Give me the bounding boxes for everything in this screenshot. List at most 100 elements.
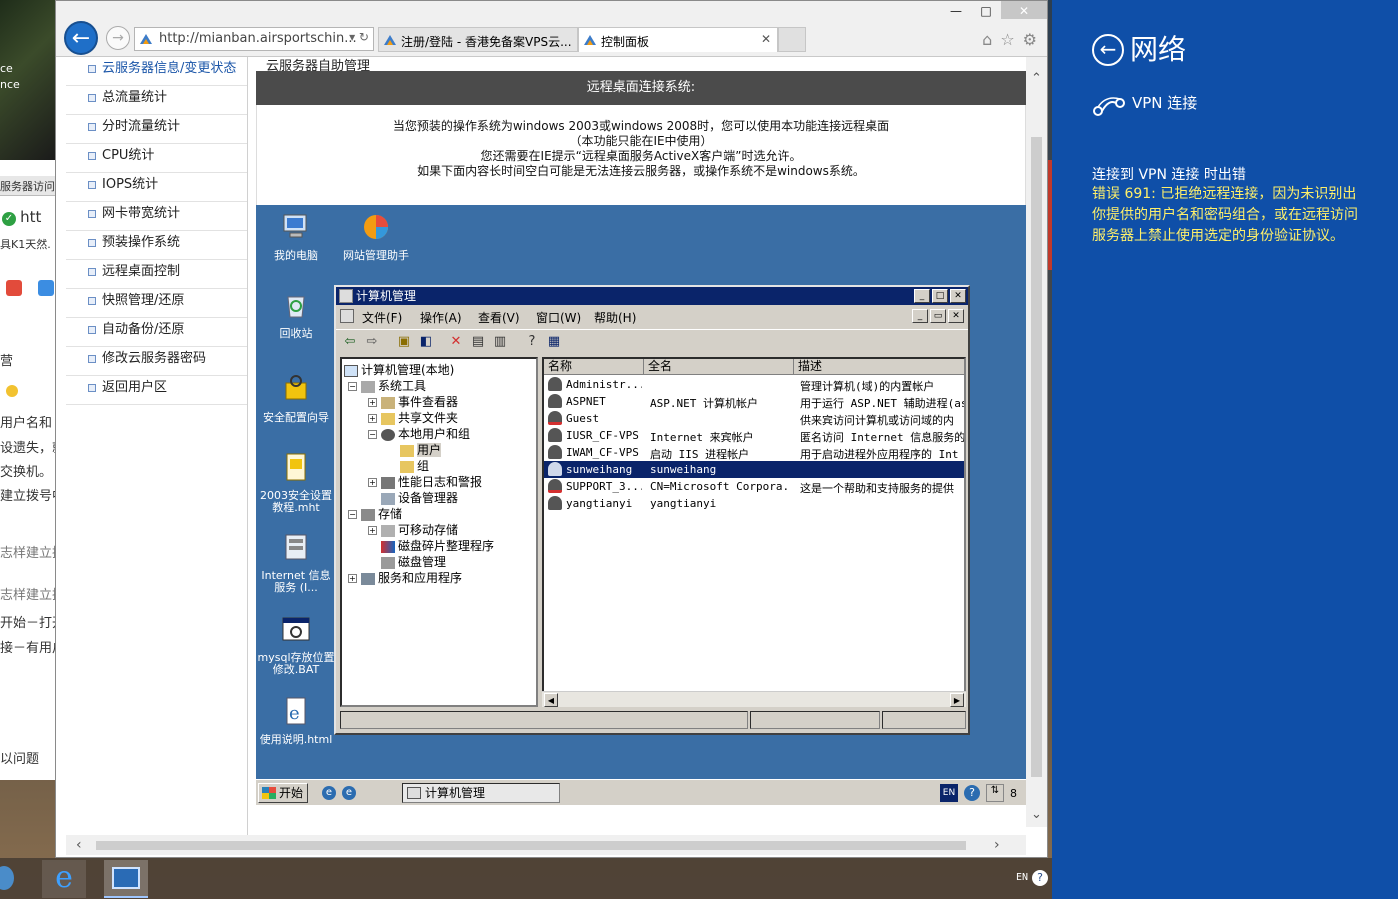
menu-help[interactable]: 帮助(H) bbox=[594, 309, 636, 326]
tree-node[interactable]: + 事件查看器 bbox=[368, 393, 458, 410]
properties-icon[interactable]: ▤ bbox=[470, 334, 486, 350]
tree-node[interactable]: 组 bbox=[400, 457, 429, 474]
desktop-icon-iis[interactable]: Internet 信息服务 (I... bbox=[256, 531, 336, 594]
sidebar-item-hourly-traffic[interactable]: 分时流量统计 bbox=[66, 115, 248, 144]
taskbar-item-computer-management[interactable]: 计算机管理 bbox=[402, 783, 560, 803]
new-tab-button[interactable] bbox=[778, 27, 806, 52]
child-minimize-button[interactable]: _ bbox=[912, 309, 928, 323]
scroll-right-icon[interactable]: › bbox=[994, 837, 1000, 853]
sidebar-item-iops[interactable]: IOPS统计 bbox=[66, 173, 248, 202]
scroll-right-icon[interactable]: ▶ bbox=[950, 693, 964, 707]
sidebar-item-remote-desktop[interactable]: 远程桌面控制 bbox=[66, 260, 248, 289]
show-tree-icon[interactable]: ◧ bbox=[418, 334, 434, 350]
tree-node[interactable]: + 共享文件夹 bbox=[368, 409, 458, 426]
sidebar-item-back-user[interactable]: 返回用户区 bbox=[66, 376, 248, 405]
start-button[interactable]: 开始 bbox=[258, 783, 308, 803]
vpn-connection-item[interactable]: VPN 连接 bbox=[1132, 92, 1197, 113]
tree-node[interactable]: 设备管理器 bbox=[381, 489, 458, 506]
address-controls-icon[interactable]: ▾ ↻ bbox=[349, 30, 369, 44]
sidebar-item-total-traffic[interactable]: 总流量统计 bbox=[66, 86, 248, 115]
tab-close-icon[interactable]: ✕ bbox=[761, 32, 771, 46]
delete-icon[interactable]: ✕ bbox=[448, 334, 464, 350]
pinned-app-icon[interactable] bbox=[0, 866, 14, 890]
scroll-left-icon[interactable]: ‹ bbox=[76, 837, 82, 853]
cm-maximize-button[interactable]: □ bbox=[932, 289, 948, 303]
background-window[interactable]: ce nce 服务器访问 ✓ htt 具K1天然. 营 用户名和 设遗失，就 交… bbox=[0, 0, 56, 780]
sidebar-item-preinstall-os[interactable]: 预装操作系统 bbox=[66, 231, 248, 260]
column-fullname[interactable]: 全名 bbox=[644, 359, 794, 375]
help-icon[interactable]: ? bbox=[524, 334, 540, 350]
explorer-quicklaunch-icon[interactable]: e bbox=[342, 786, 356, 800]
ie-horizontal-scrollbar[interactable]: ‹ › bbox=[66, 835, 1026, 855]
collapse-icon[interactable]: − bbox=[348, 510, 357, 519]
child-close-button[interactable]: ✕ bbox=[948, 309, 964, 323]
collapse-icon[interactable]: − bbox=[348, 382, 357, 391]
scroll-up-icon[interactable]: ⌃ bbox=[1029, 71, 1044, 86]
desktop-icon-my-computer[interactable]: 我的电脑 bbox=[256, 211, 336, 262]
forward-button[interactable]: → bbox=[106, 26, 130, 50]
table-row-selected[interactable]: sunweihang sunweihang bbox=[544, 461, 964, 478]
ie-vertical-scrollbar[interactable]: ⌃ ⌄ bbox=[1026, 57, 1047, 827]
tree-node[interactable]: 计算机管理(本地) bbox=[344, 361, 454, 378]
menu-window[interactable]: 窗口(W) bbox=[536, 309, 581, 326]
desktop-icon-security-tutorial[interactable]: 2003安全设置教程.mht bbox=[256, 451, 336, 514]
help-icon[interactable]: ? bbox=[964, 785, 980, 801]
forward-arrow-icon[interactable]: ⇨ bbox=[364, 334, 380, 350]
settings-icon[interactable]: ⚙ bbox=[1023, 30, 1037, 49]
scroll-down-icon[interactable]: ⌄ bbox=[1029, 807, 1044, 822]
scroll-thumb[interactable] bbox=[1031, 137, 1042, 777]
internet-explorer-icon[interactable]: e bbox=[42, 860, 86, 898]
table-row[interactable]: IWAM_CF-VPS 启动 IIS 进程帐户 用于启动进程外应用程序的 Int bbox=[544, 444, 964, 461]
desktop-icon-recycle-bin[interactable]: 回收站 bbox=[256, 289, 336, 340]
expand-icon[interactable]: + bbox=[368, 414, 377, 423]
table-row[interactable]: SUPPORT_3... CN=Microsoft Corpora... 这是一个帮… bbox=[544, 478, 964, 495]
scroll-left-icon[interactable]: ◀ bbox=[544, 693, 558, 707]
table-row[interactable]: IUSR_CF-VPS Internet 来宾帐户 匿名访问 Internet 信息… bbox=[544, 427, 964, 444]
tree-node[interactable]: − 系统工具 bbox=[348, 377, 426, 394]
expand-icon[interactable]: + bbox=[368, 398, 377, 407]
cm-close-button[interactable]: ✕ bbox=[950, 289, 966, 303]
ie-quicklaunch-icon[interactable]: e bbox=[322, 786, 336, 800]
tree-node[interactable]: 磁盘管理 bbox=[381, 553, 446, 570]
desktop-icon-readme[interactable]: e 使用说明.html bbox=[256, 695, 336, 746]
collapse-icon[interactable]: − bbox=[368, 430, 377, 439]
tree-node[interactable]: − 存储 bbox=[348, 505, 402, 522]
back-arrow-icon[interactable]: ⇦ bbox=[342, 334, 358, 350]
console-icon[interactable]: ▦ bbox=[546, 334, 562, 350]
ie-browser-window[interactable]: — □ ✕ ← → http://mianban.airsportschin..… bbox=[55, 0, 1048, 858]
language-indicator[interactable]: EN bbox=[940, 784, 958, 802]
column-name[interactable]: 名称 bbox=[544, 359, 644, 375]
favorites-icon[interactable]: ☆ bbox=[1000, 30, 1014, 49]
network-tray-icon[interactable]: ⇅ bbox=[986, 784, 1004, 802]
address-bar[interactable]: http://mianban.airsportschin... ▾ ↻ bbox=[134, 27, 374, 51]
home-icon[interactable]: ⌂ bbox=[982, 30, 992, 49]
tree-node[interactable]: 磁盘碎片整理程序 bbox=[381, 537, 494, 554]
child-restore-button[interactable]: ▭ bbox=[930, 309, 946, 323]
cm-horizontal-scrollbar[interactable]: ◀ ▶ bbox=[542, 691, 966, 707]
sidebar-item-change-password[interactable]: 修改云服务器密码 bbox=[66, 347, 248, 376]
tree-node[interactable]: − 本地用户和组 bbox=[368, 425, 470, 442]
desktop-icon-mysql-bat[interactable]: mysql存放位置修改.BAT bbox=[256, 613, 336, 676]
sidebar-item-server-info[interactable]: 云服务器信息/变更状态 bbox=[66, 57, 248, 86]
sidebar-item-bandwidth[interactable]: 网卡带宽统计 bbox=[66, 202, 248, 231]
expand-icon[interactable]: + bbox=[348, 574, 357, 583]
desktop-icon-security-wizard[interactable]: 安全配置向导 bbox=[256, 373, 336, 424]
host-language-indicator[interactable]: EN bbox=[1016, 872, 1028, 883]
tree-node-users[interactable]: 用户 bbox=[400, 441, 442, 458]
table-row[interactable]: Guest 供来宾访问计算机或访问域的内 bbox=[544, 410, 964, 427]
computer-management-window[interactable]: 计算机管理 _ □ ✕ 文件(F) 操作(A) 查看(V) 窗口(W) 帮助(H… bbox=[334, 285, 970, 735]
tree-node[interactable]: + 服务和应用程序 bbox=[348, 569, 462, 586]
remote-desktop-icon[interactable] bbox=[104, 860, 148, 898]
table-row[interactable]: Administr... 管理计算机(域)的内置帐户 bbox=[544, 376, 964, 393]
bg-app-icon-2[interactable] bbox=[38, 280, 54, 296]
expand-icon[interactable]: + bbox=[368, 526, 377, 535]
tree-node[interactable]: + 可移动存储 bbox=[368, 521, 458, 538]
export-icon[interactable]: ▥ bbox=[492, 334, 508, 350]
up-folder-icon[interactable]: ▣ bbox=[396, 334, 412, 350]
tree-node[interactable]: + 性能日志和警报 bbox=[368, 473, 482, 490]
column-description[interactable]: 描述 bbox=[794, 359, 964, 375]
tab-control-panel[interactable]: 控制面板 ✕ bbox=[578, 27, 778, 52]
table-row[interactable]: ASPNET ASP.NET 计算机帐户 用于运行 ASP.NET 辅助进程(as bbox=[544, 393, 964, 410]
cm-minimize-button[interactable]: _ bbox=[914, 289, 930, 303]
sidebar-item-snapshot[interactable]: 快照管理/还原 bbox=[66, 289, 248, 318]
